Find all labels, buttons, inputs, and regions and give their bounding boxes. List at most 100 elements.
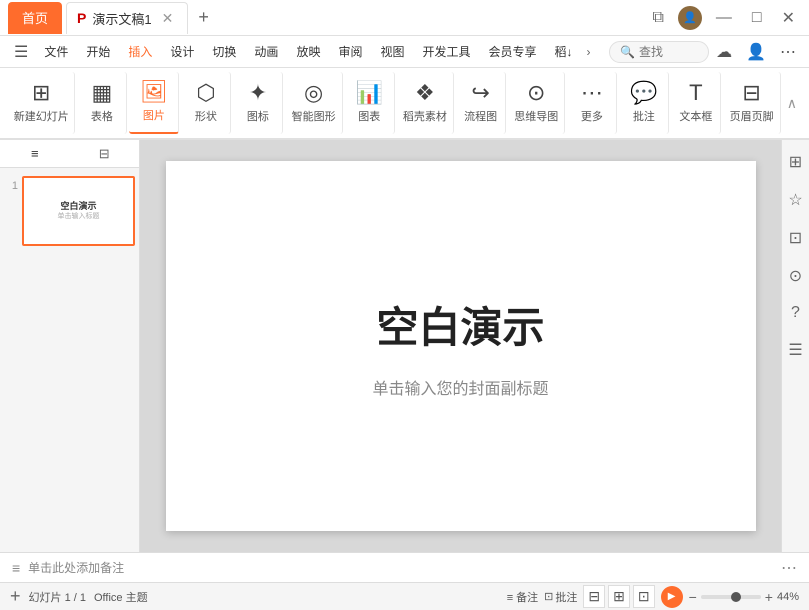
right-panel-btn-5[interactable]: ? [787,300,804,326]
user-icon[interactable]: 👤 [741,39,771,65]
menu-more-button[interactable]: › [583,41,595,63]
ribbon-expand-button[interactable]: ∧ [783,91,801,116]
ribbon-shape[interactable]: ⬡ 形状 [181,72,231,134]
zoom-thumb [731,592,741,602]
menu-file[interactable]: 文件 [36,39,76,64]
slide-canvas[interactable]: 空白演示 单击输入您的封面副标题 [166,161,756,531]
notes-label[interactable]: ≡ 备注 [507,589,538,605]
slide-title[interactable]: 空白演示 [376,294,544,355]
flowchart-icon: ↪ [471,82,489,104]
textbox-label: 文本框 [679,108,712,124]
grid-view-button[interactable]: ⊞ [608,585,630,608]
slide-thumbnail-1[interactable]: 1 空白演示 单击输入标题 [4,176,135,246]
view-buttons: ⊟ ⊞ ⊡ [583,585,654,608]
slide-panel: ≡ ⊟ 1 空白演示 单击输入标题 [0,140,140,552]
icons-label: 图标 [247,108,269,124]
close-tab-button[interactable]: ✕ [158,10,178,27]
canvas-area[interactable]: 空白演示 单击输入您的封面副标题 [140,140,781,552]
ribbon-header-footer[interactable]: ⊟ 页眉页脚 [723,72,780,134]
close-window-button[interactable]: ✕ [776,6,801,30]
normal-view-button[interactable]: ⊟ [583,585,605,608]
play-button[interactable]: ▶ [661,586,683,608]
preview-subtitle: 单击输入标题 [58,212,100,222]
ribbon-smartart[interactable]: ◎ 智能图形 [285,72,342,134]
notes-placeholder[interactable]: 单击此处添加备注 [28,559,124,576]
comment-label[interactable]: ⊡ 批注 [544,589,577,605]
menu-member[interactable]: 会员专享 [481,39,545,64]
menu-start[interactable]: 开始 [78,39,118,64]
wps-icon: P [77,10,86,26]
slide-subtitle[interactable]: 单击输入您的封面副标题 [372,375,548,399]
ribbon-material[interactable]: ❖ 稻壳素材 [397,72,454,134]
right-panel-btn-1[interactable]: ⊞ [785,148,806,176]
ribbon-new-slide[interactable]: ⊞ 新建幻灯片 [8,72,75,134]
ribbon-table[interactable]: ▦ 表格 [77,72,127,134]
ribbon-image[interactable]: 🖼 图片 [129,72,179,134]
notes-icon: ≡ [12,560,20,576]
new-slide-icon: ⊞ [32,82,50,104]
avatar[interactable]: 👤 [678,6,702,30]
notes-bar[interactable]: ≡ 单击此处添加备注 ⋯ [0,552,809,582]
ribbon-icons[interactable]: ✦ 图标 [233,72,283,134]
cloud-icon[interactable]: ☁ [711,39,737,65]
panel-tab-slides[interactable]: ≡ [0,140,70,167]
search-input[interactable] [639,45,709,59]
zoom-slider[interactable] [701,595,761,599]
menu-rice[interactable]: 稻↓ [547,39,581,64]
read-view-button[interactable]: ⊡ [633,585,655,608]
menu-review[interactable]: 审阅 [330,39,370,64]
add-slide-button[interactable]: + [10,586,21,607]
preview-title: 空白演示 [58,200,100,213]
zoom-in-button[interactable]: + [765,589,773,605]
right-panel-btn-6[interactable]: ☰ [784,336,806,364]
ribbon-more[interactable]: ⋯ 更多 [567,72,617,134]
mindmap-icon: ⊙ [527,82,545,104]
textbox-icon: T [689,82,702,104]
add-tab-button[interactable]: + [192,7,215,28]
ribbon-chart[interactable]: 📊 图表 [345,72,395,134]
search-box: 🔍 [609,41,709,63]
ribbon-comment[interactable]: 💬 批注 [619,72,669,134]
panel-tab-outline[interactable]: ⊟ [70,140,140,167]
slide-number-1: 1 [4,176,18,192]
menu-dots-button[interactable]: ⋯ [775,39,801,65]
slide-preview-1[interactable]: 空白演示 单击输入标题 [22,176,135,246]
right-panel-btn-3[interactable]: ⊡ [785,224,806,252]
panel-tabs: ≡ ⊟ [0,140,139,168]
title-right-controls: ⧉ 👤 — □ ✕ [646,6,801,30]
status-bar: + 幻灯片 1 / 1 Office 主题 ≡ 备注 ⊡ 批注 ⊟ ⊞ ⊡ ▶ … [0,582,809,610]
zoom-out-button[interactable]: − [689,589,697,605]
menu-slideshow[interactable]: 放映 [288,39,328,64]
ribbon-mindmap[interactable]: ⊙ 思维导图 [508,72,565,134]
menu-design[interactable]: 设计 [162,39,202,64]
title-bar: 首页 P 演示文稿1 ✕ + ⧉ 👤 — □ ✕ [0,0,809,36]
ribbon-flowchart[interactable]: ↪ 流程图 [456,72,506,134]
right-panel-btn-4[interactable]: ⊙ [785,262,806,290]
search-icon: 🔍 [620,45,635,59]
slide-preview-content: 空白演示 单击输入标题 [58,200,100,222]
main-area: ≡ ⊟ 1 空白演示 单击输入标题 空白演示 单击输入您的封面副标题 ⊞ ☆ [0,140,809,552]
chart-label: 图表 [358,108,380,124]
ribbon-textbox[interactable]: T 文本框 [671,72,721,134]
material-icon: ❖ [415,82,435,104]
mindmap-label: 思维导图 [514,108,558,124]
maximize-button[interactable]: □ [746,7,768,29]
new-slide-label: 新建幻灯片 [14,108,69,124]
slide-info: 幻灯片 1 / 1 [29,589,86,605]
notes-more-icon: ⋯ [781,560,797,577]
menu-transition[interactable]: 切换 [204,39,244,64]
status-left: + 幻灯片 1 / 1 Office 主题 [10,586,148,607]
notes-more-button[interactable]: ⋯ [781,558,797,578]
minimize-button[interactable]: — [710,7,738,29]
doc-tab[interactable]: P 演示文稿1 ✕ [66,2,188,34]
right-panel-btn-2[interactable]: ☆ [784,186,806,214]
hamburger-menu-button[interactable]: ☰ [8,42,34,62]
menu-view[interactable]: 视图 [372,39,412,64]
menu-animation[interactable]: 动画 [246,39,286,64]
menu-insert[interactable]: 插入 [120,39,160,64]
home-tab[interactable]: 首页 [8,2,62,34]
menu-developer[interactable]: 开发工具 [414,39,478,64]
window-tile-button[interactable]: ⧉ [646,7,669,29]
shape-icon: ⬡ [196,82,215,104]
comment-label: 批注 [633,108,655,124]
